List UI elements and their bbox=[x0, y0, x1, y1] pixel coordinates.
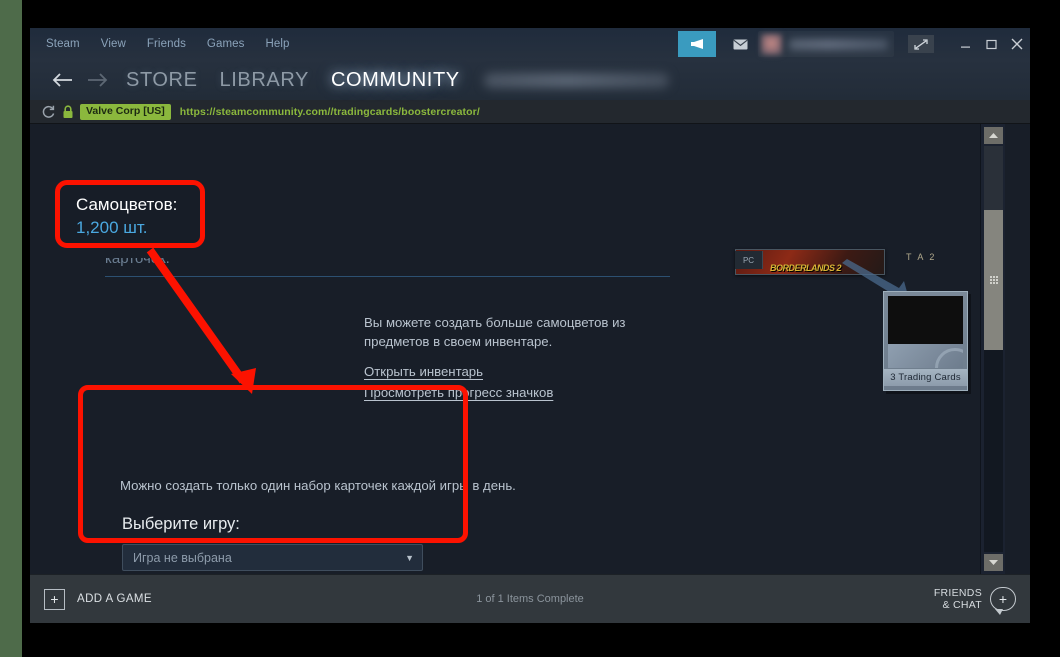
gems-callout-label: Самоцветов: bbox=[76, 195, 178, 214]
friends-label-line1: FRIENDS bbox=[933, 587, 982, 599]
username-redacted bbox=[789, 38, 888, 50]
nav-tab-store[interactable]: STORE bbox=[126, 69, 198, 92]
booster-pack: 3 Trading Cards bbox=[883, 291, 968, 391]
scrollbar-track-upper[interactable] bbox=[984, 146, 1003, 210]
titlebar-right-controls bbox=[678, 28, 1030, 60]
friends-and-chat-button[interactable]: FRIENDS & CHAT + bbox=[934, 587, 1016, 615]
link-open-inventory[interactable]: Открыть инвентарь bbox=[364, 364, 553, 379]
friends-and-chat-label: FRIENDS & CHAT bbox=[934, 587, 982, 611]
nav-username-redacted[interactable] bbox=[483, 72, 669, 88]
url-bar: Valve Corp [US] https://steamcommunity.c… bbox=[30, 100, 1030, 124]
chevron-down-icon: ▼ bbox=[405, 552, 414, 563]
navigation-bar: STORE LIBRARY COMMUNITY bbox=[30, 60, 1030, 100]
expand-arrows-icon[interactable] bbox=[908, 35, 934, 53]
lock-icon bbox=[58, 104, 78, 119]
screen: Steam View Friends Games Help STORE LIBR… bbox=[0, 0, 1060, 657]
envelope-icon[interactable] bbox=[726, 31, 754, 57]
section-divider bbox=[105, 276, 670, 277]
vertical-scrollbar[interactable] bbox=[980, 124, 1005, 574]
gems-callout-annotation: Самоцветов: 1,200 шт. bbox=[55, 180, 205, 248]
menu-friends[interactable]: Friends bbox=[147, 38, 186, 50]
gems-callout-value: 1,200 шт. bbox=[76, 218, 148, 237]
minimize-button[interactable] bbox=[952, 28, 978, 60]
chat-plus-icon[interactable]: + bbox=[990, 587, 1016, 615]
capsule-title-borderlands2: BORDERLANDS 2 bbox=[770, 263, 842, 273]
menu-bar: Steam View Friends Games Help bbox=[30, 28, 1030, 60]
arrow-right-icon[interactable] bbox=[80, 63, 114, 97]
items-complete-status: 1 of 1 Items Complete bbox=[476, 593, 584, 605]
close-button[interactable] bbox=[1004, 28, 1030, 60]
megaphone-icon[interactable] bbox=[678, 31, 716, 57]
desktop-background-strip bbox=[22, 0, 30, 657]
arrow-left-icon[interactable] bbox=[46, 63, 80, 97]
menu-help[interactable]: Help bbox=[266, 38, 290, 50]
gems-description-line1: Вы можете создать больше самоцветов из bbox=[364, 315, 626, 330]
url-text[interactable]: https://steamcommunity.com//tradingcards… bbox=[180, 106, 480, 118]
booster-pack-illustration: BORDERLANDS 2 PC T A 2 3 Trading Cards bbox=[720, 249, 990, 414]
reload-icon[interactable] bbox=[38, 105, 58, 119]
gems-description-line2: предметов в своем инвентаре. bbox=[364, 334, 553, 349]
avatar bbox=[761, 33, 782, 55]
friends-label-line2: & CHAT bbox=[942, 599, 982, 611]
user-account-chip[interactable] bbox=[758, 31, 894, 57]
game-select-dropdown[interactable]: Игра не выбрана ▼ bbox=[122, 544, 423, 571]
menu-games[interactable]: Games bbox=[207, 38, 245, 50]
pack-top-panel bbox=[888, 296, 963, 344]
scroll-down-button[interactable] bbox=[984, 554, 1003, 571]
status-bar: + ADD A GAME 1 of 1 Items Complete FRIEN… bbox=[30, 574, 1030, 623]
maximize-button[interactable] bbox=[978, 28, 1004, 60]
menu-steam[interactable]: Steam bbox=[46, 38, 80, 50]
game-select-value: Игра не выбрана bbox=[133, 550, 232, 565]
capsule-platform-label: PC bbox=[735, 251, 763, 269]
scroll-up-button[interactable] bbox=[984, 127, 1003, 144]
scrollbar-thumb[interactable] bbox=[984, 210, 1003, 350]
nav-tab-community[interactable]: COMMUNITY bbox=[331, 69, 460, 92]
scrollbar-grip bbox=[989, 275, 998, 285]
desktop-background-left bbox=[0, 0, 22, 657]
steam-logo-panel bbox=[888, 344, 963, 368]
gems-description: Вы можете создать больше самоцветов из п… bbox=[364, 313, 664, 351]
menu-view[interactable]: View bbox=[101, 38, 126, 50]
cut-off-heading: карточек. bbox=[105, 250, 170, 267]
nav-tab-library[interactable]: LIBRARY bbox=[220, 69, 309, 92]
pack-label: 3 Trading Cards bbox=[884, 369, 967, 386]
game-select-annotation bbox=[78, 385, 468, 543]
certificate-badge: Valve Corp [US] bbox=[80, 103, 171, 120]
